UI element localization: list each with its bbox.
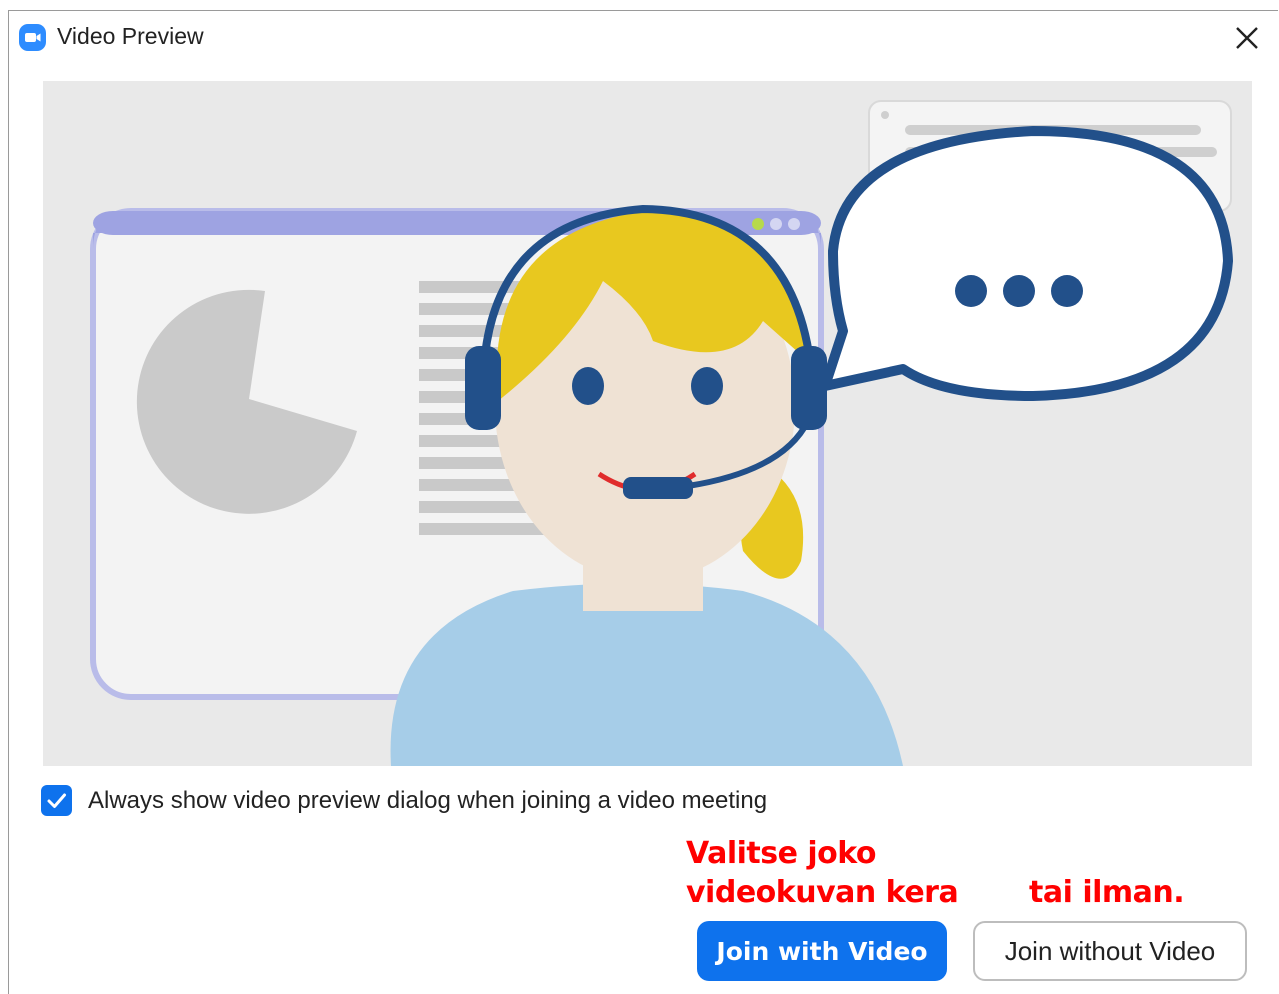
video-preview-dialog: Video Preview Always show video preview …	[8, 10, 1278, 994]
close-button[interactable]	[1230, 21, 1264, 55]
annotation-line-2: videokuvan kera	[686, 875, 959, 910]
person-with-headset-illustration	[43, 81, 1252, 766]
join-without-video-button[interactable]: Join without Video	[973, 921, 1247, 981]
annotation-line-1: Valitse joko	[686, 836, 877, 871]
video-preview-area	[43, 81, 1252, 766]
title-bar: Video Preview	[9, 11, 1278, 61]
always-show-preview-checkbox[interactable]	[41, 785, 72, 816]
annotation-line-3: tai ilman.	[1029, 875, 1185, 910]
always-show-preview-label[interactable]: Always show video preview dialog when jo…	[88, 787, 767, 815]
close-icon	[1236, 27, 1258, 49]
zoom-camera-icon	[19, 24, 46, 51]
checkmark-icon	[47, 793, 66, 808]
join-with-video-button[interactable]: Join with Video	[697, 921, 947, 981]
window-title: Video Preview	[57, 23, 204, 49]
